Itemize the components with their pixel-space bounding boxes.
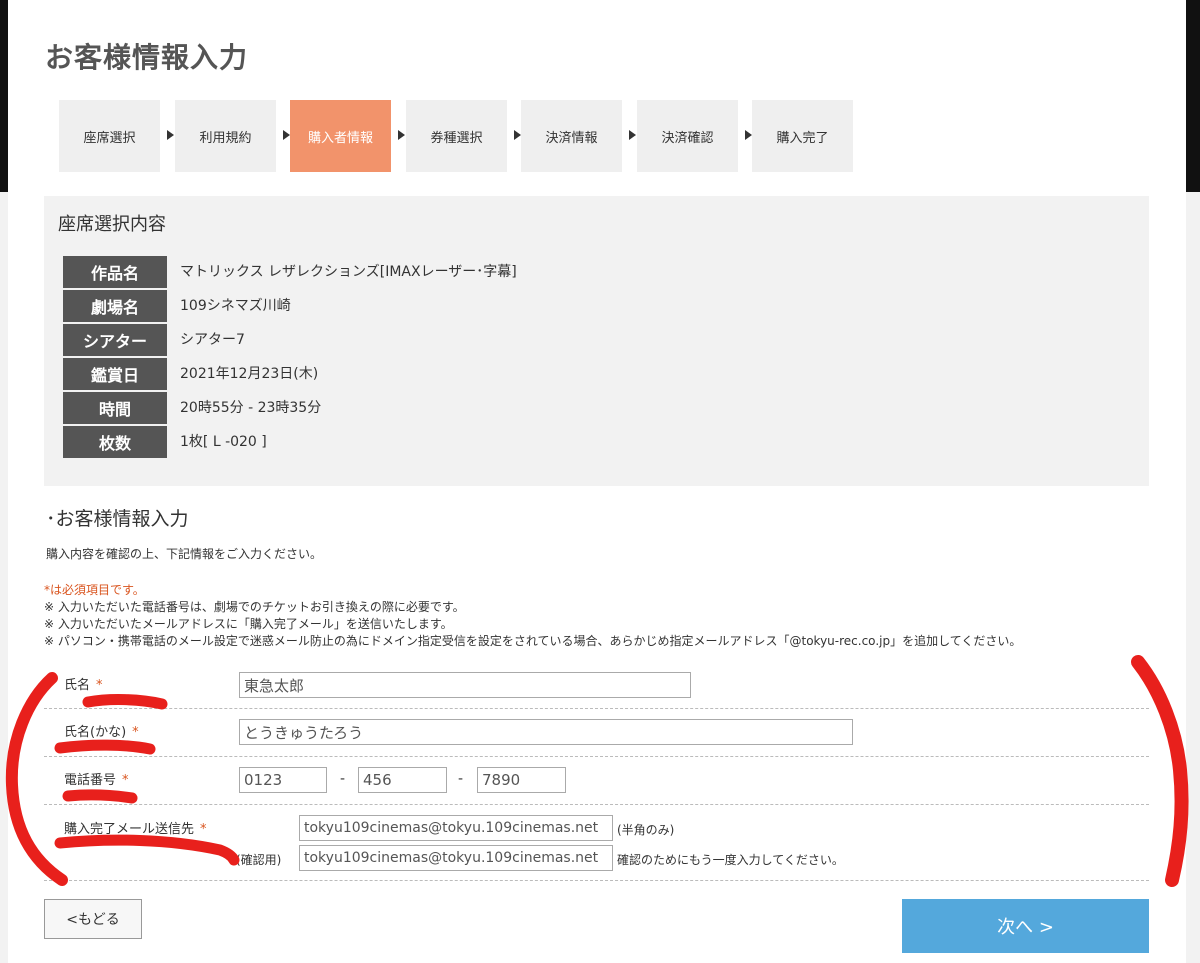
window-frame-right (1186, 0, 1200, 192)
kana-label: 氏名(かな) * (64, 721, 139, 740)
phone-input-2[interactable] (358, 767, 447, 793)
step-arrow-icon (283, 130, 290, 140)
intro-text: 購入内容を確認の上、下記情報をご入力ください。 (46, 547, 323, 561)
name-label: 氏名 * (64, 674, 103, 693)
form-row-name: 氏名 * (44, 662, 1149, 709)
customer-info-heading: ･お客様情報入力 (46, 508, 189, 530)
step-purchaser-info: 購入者情報 (290, 100, 391, 172)
note-domain: ※ パソコン・携帯電話のメール設定で迷惑メール防止の為にドメイン指定受信を設定を… (44, 634, 1022, 648)
email-hint: (半角のみ) (617, 823, 675, 837)
phone-label: 電話番号 * (64, 769, 129, 788)
phone-input-1[interactable] (239, 767, 327, 793)
step-terms: 利用規約 (175, 100, 276, 172)
required-mark: * (122, 773, 129, 788)
email-confirm-input[interactable] (299, 845, 613, 871)
step-arrow-icon (167, 130, 174, 140)
summary-value: シアター7 (180, 332, 245, 348)
name-label-text: 氏名 (64, 678, 91, 693)
summary-label: 枚数 (63, 426, 167, 458)
phone-label-text: 電話番号 (64, 773, 117, 788)
email-confirm-hint: 確認のためにもう一度入力してください。 (617, 853, 844, 867)
required-mark: * (132, 725, 139, 740)
note-phone: ※ 入力いただいた電話番号は、劇場でのチケットお引き換えの際に必要です。 (44, 600, 465, 614)
step-ticket-type: 券種選択 (406, 100, 507, 172)
name-input[interactable] (239, 672, 691, 698)
summary-value: 2021年12月23日(木) (180, 366, 319, 382)
summary-value: マトリックス レザレクションズ[IMAXレーザー･字幕] (180, 264, 517, 280)
summary-value: 20時55分 - 23時35分 (180, 400, 322, 416)
next-button[interactable]: 次へ > (902, 899, 1149, 953)
required-mark: * (200, 822, 207, 837)
back-button[interactable]: <もどる (44, 899, 142, 939)
summary-label: 劇場名 (63, 290, 167, 322)
step-seat-selection: 座席選択 (59, 100, 160, 172)
phone-separator: - (340, 771, 346, 787)
required-note: *は必須項目です。 (44, 583, 145, 597)
step-payment-confirm: 決済確認 (637, 100, 738, 172)
summary-label: 鑑賞日 (63, 358, 167, 390)
page: お客様情報入力 座席選択 利用規約 購入者情報 券種選択 決済情報 決済確認 購… (8, 0, 1186, 963)
summary-label: 時間 (63, 392, 167, 424)
summary-value: 109シネマズ川崎 (180, 298, 291, 314)
phone-input-3[interactable] (477, 767, 566, 793)
form-row-phone: 電話番号 * - - (44, 757, 1149, 805)
step-arrow-icon (398, 130, 405, 140)
summary-value: 1枚[ L -020 ] (180, 434, 267, 450)
step-arrow-icon (514, 130, 521, 140)
kana-input[interactable] (239, 719, 853, 745)
step-arrow-icon (629, 130, 636, 140)
required-mark: * (96, 678, 103, 693)
kana-label-text: 氏名(かな) (64, 725, 127, 740)
phone-separator: - (458, 771, 464, 787)
step-complete: 購入完了 (752, 100, 853, 172)
summary-title: 座席選択内容 (58, 214, 166, 235)
seat-selection-summary: 座席選択内容 作品名 マトリックス レザレクションズ[IMAXレーザー･字幕] … (44, 196, 1149, 486)
email-input[interactable] (299, 815, 613, 841)
form-row-kana: 氏名(かな) * (44, 709, 1149, 757)
email-label-text: 購入完了メール送信先 (64, 822, 195, 837)
window-frame-left (0, 0, 8, 192)
page-title: お客様情報入力 (45, 41, 249, 74)
form-row-email: 購入完了メール送信先 * (半角のみ) (確認用) 確認のためにもう一度入力してく… (44, 805, 1149, 881)
note-email: ※ 入力いただいたメールアドレスに「購入完了メール」を送信いたします。 (44, 617, 453, 631)
summary-label: 作品名 (63, 256, 167, 288)
email-confirm-label: (確認用) (236, 853, 282, 867)
step-payment-info: 決済情報 (521, 100, 622, 172)
email-label: 購入完了メール送信先 * (64, 818, 207, 837)
step-arrow-icon (745, 130, 752, 140)
summary-label: シアター (63, 324, 167, 356)
